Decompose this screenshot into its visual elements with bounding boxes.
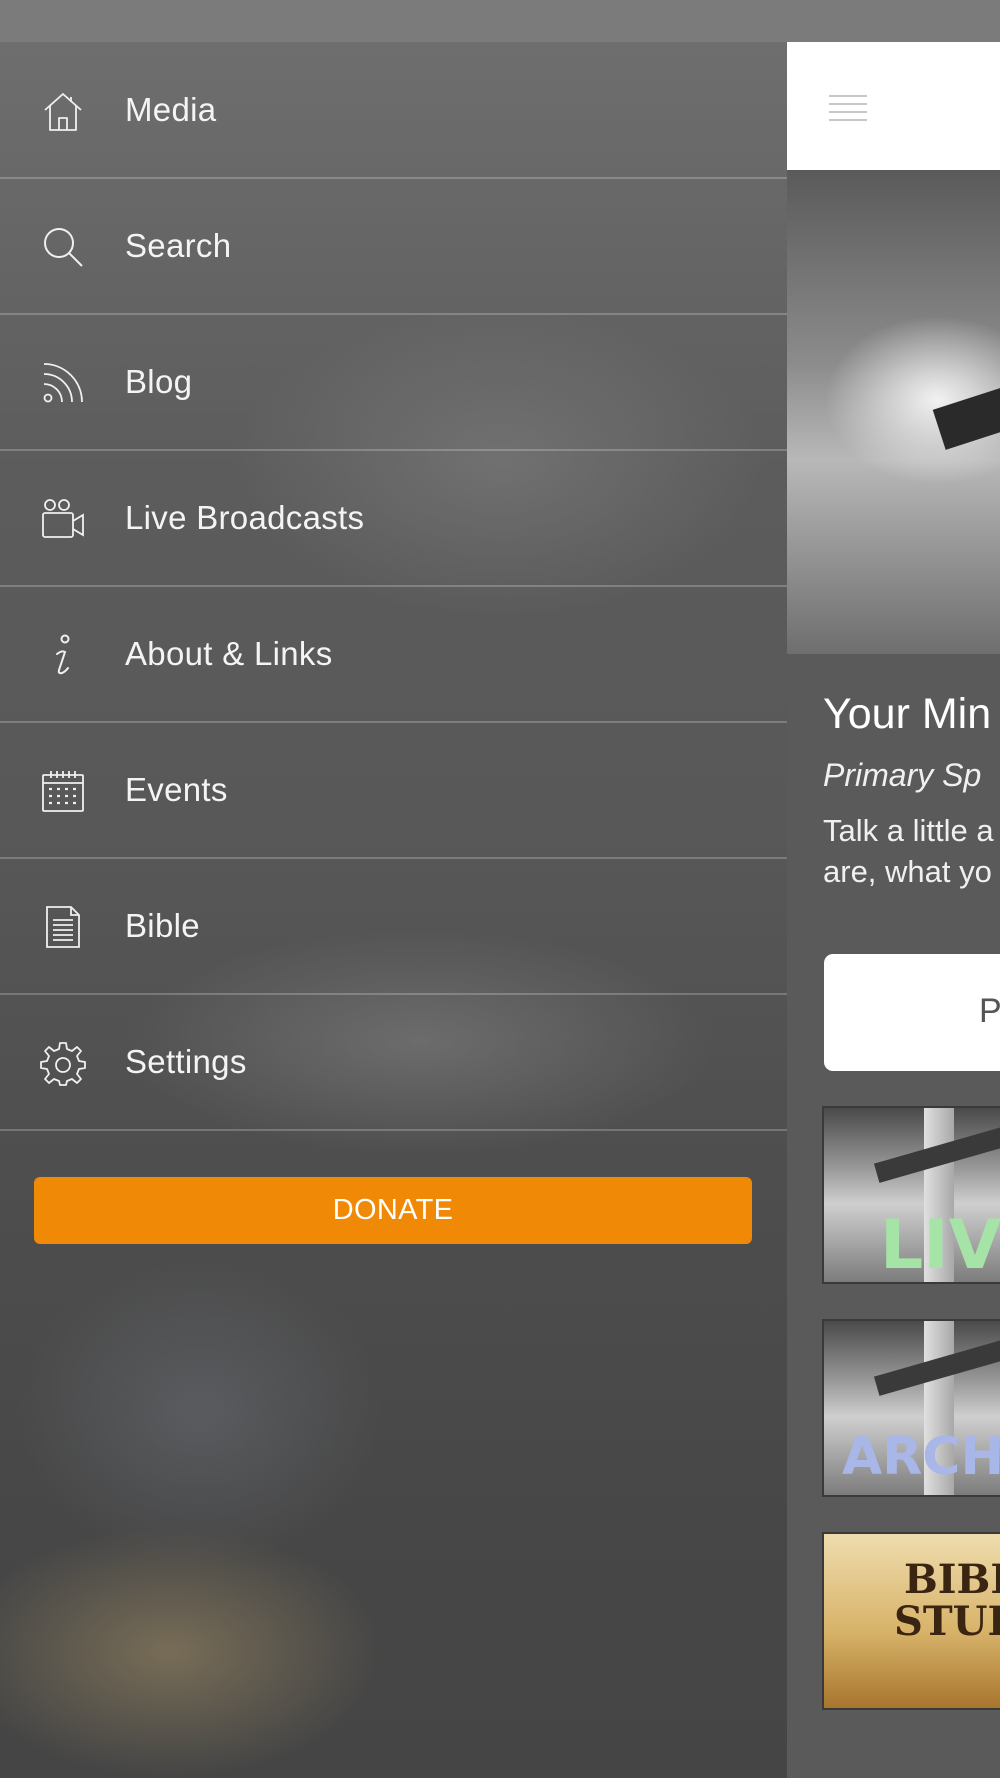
menu-item-label: Bible bbox=[125, 907, 200, 944]
menu-item-search[interactable]: Search bbox=[0, 178, 787, 315]
hamburger-menu-icon[interactable] bbox=[829, 95, 869, 121]
tile-label: BIBL bbox=[904, 1556, 1000, 1603]
content-button-label: P bbox=[979, 992, 1000, 1030]
ministry-title: Your Min bbox=[823, 690, 992, 738]
tile-label: STUI bbox=[894, 1598, 1000, 1645]
content-button[interactable]: P bbox=[824, 954, 1000, 1071]
menu-item-label: About & Links bbox=[125, 635, 333, 672]
menu-item-media[interactable]: Media bbox=[0, 42, 787, 179]
live-tile[interactable]: LIV bbox=[822, 1106, 1000, 1284]
menu-item-label: Blog bbox=[125, 363, 193, 400]
video-camera-icon bbox=[40, 496, 86, 542]
menu-item-about-links[interactable]: About & Links bbox=[0, 586, 787, 723]
main-content: Your Min Primary Sp Talk a little a are,… bbox=[787, 42, 1000, 1778]
hero-image bbox=[787, 170, 1000, 654]
menu-item-label: Events bbox=[125, 771, 228, 808]
ministry-description: Talk a little a are, what yo bbox=[823, 810, 994, 892]
primary-speaker-label: Primary Sp bbox=[823, 757, 982, 793]
document-icon bbox=[40, 904, 86, 950]
search-icon bbox=[40, 224, 86, 270]
menu-item-settings[interactable]: Settings bbox=[0, 994, 787, 1131]
bible-study-tile[interactable]: BIBL STUI bbox=[822, 1532, 1000, 1710]
menu-item-blog[interactable]: Blog bbox=[0, 314, 787, 451]
menu-item-live-broadcasts[interactable]: Live Broadcasts bbox=[0, 450, 787, 587]
menu-item-label: Media bbox=[125, 91, 217, 128]
tile-label: LIV bbox=[880, 1206, 1000, 1284]
side-menu: Media Search Blog Live Broadcasts About … bbox=[0, 42, 787, 1778]
description-line: are, what yo bbox=[823, 854, 992, 889]
menu-item-label: Settings bbox=[125, 1043, 247, 1080]
rss-icon bbox=[40, 360, 86, 406]
home-icon bbox=[40, 88, 86, 134]
top-bar bbox=[787, 42, 1000, 170]
menu-item-bible[interactable]: Bible bbox=[0, 858, 787, 995]
description-line: Talk a little a bbox=[823, 813, 994, 848]
menu-item-label: Search bbox=[125, 227, 232, 264]
info-icon bbox=[40, 632, 86, 678]
menu-item-events[interactable]: Events bbox=[0, 722, 787, 859]
status-bar bbox=[0, 0, 1000, 42]
menu-item-label: Live Broadcasts bbox=[125, 499, 365, 536]
donate-button[interactable]: DONATE bbox=[34, 1177, 752, 1244]
archive-tile[interactable]: ARCH bbox=[822, 1319, 1000, 1497]
gear-icon bbox=[40, 1040, 86, 1086]
calendar-icon bbox=[40, 768, 86, 814]
tile-label: ARCH bbox=[842, 1427, 1000, 1487]
